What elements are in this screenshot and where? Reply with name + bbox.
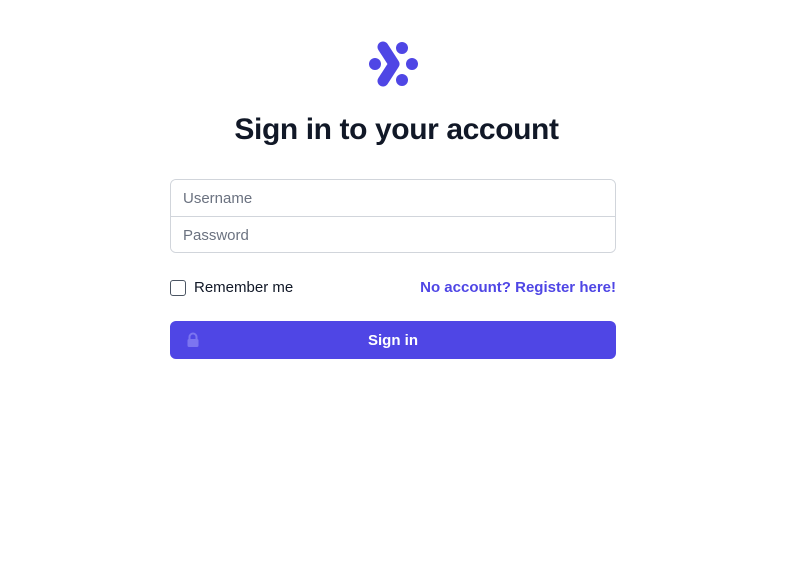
credentials-fieldset [170, 179, 616, 253]
sign-in-button[interactable]: Sign in [170, 321, 616, 359]
remember-me-row: Remember me [170, 279, 293, 297]
sign-in-button-label: Sign in [368, 331, 418, 349]
login-page: Sign in to your account Remember me No a… [0, 0, 793, 573]
page-title: Sign in to your account [234, 113, 559, 146]
brand-logo-icon [364, 38, 422, 90]
lock-icon [185, 332, 201, 348]
password-input[interactable] [171, 217, 615, 252]
remember-me-label[interactable]: Remember me [194, 279, 293, 297]
username-input[interactable] [171, 180, 615, 216]
remember-me-checkbox[interactable] [170, 280, 186, 296]
register-link[interactable]: No account? Register here! [420, 279, 616, 297]
